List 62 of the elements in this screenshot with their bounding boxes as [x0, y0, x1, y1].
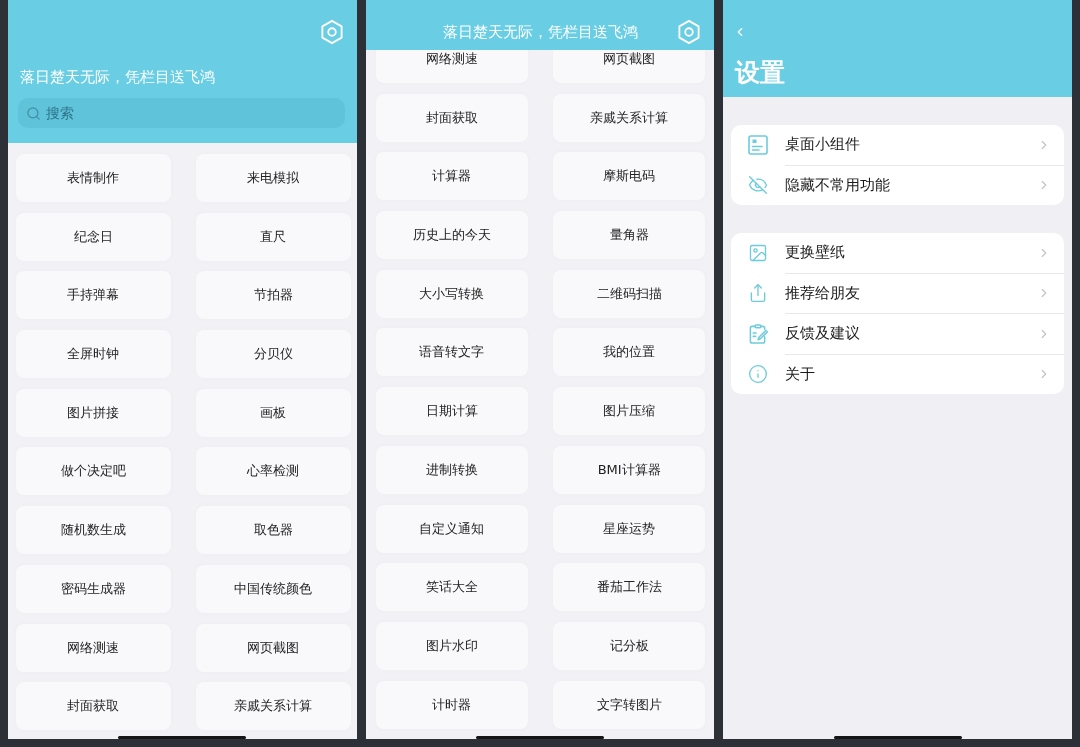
header-quote: 落日楚天无际，凭栏目送飞鸿	[20, 67, 216, 87]
tool-button[interactable]: 二维码扫描	[553, 269, 706, 318]
settings-item[interactable]: 隐藏不常用功能	[731, 165, 1064, 205]
tool-button[interactable]: 心率检测	[195, 447, 351, 496]
tool-button[interactable]: 历史上的今天	[375, 211, 528, 260]
tool-button[interactable]: 图片水印	[375, 621, 528, 670]
tool-button[interactable]: 图片拼接	[16, 388, 171, 437]
tool-button[interactable]: 全屏时钟	[16, 330, 171, 379]
tool-button[interactable]: 进制转换	[375, 445, 528, 494]
info-icon	[748, 364, 769, 385]
panel-icon	[748, 134, 769, 155]
search-field[interactable]: 搜索	[18, 98, 345, 128]
image-icon	[748, 242, 769, 263]
tool-button[interactable]: 日期计算	[375, 387, 528, 436]
tool-button[interactable]: 手持弹幕	[16, 271, 171, 320]
tool-button[interactable]: 分贝仪	[195, 330, 351, 379]
settings-icon[interactable]	[677, 20, 702, 44]
header-quote: 落日楚天无际，凭栏目送飞鸿	[442, 23, 638, 42]
tool-button[interactable]: 大小写转换	[375, 269, 528, 318]
page-title: 设置	[735, 58, 787, 88]
settings-item[interactable]: 桌面小组件	[731, 125, 1064, 165]
tool-button[interactable]: 中国传统颜色	[195, 564, 351, 613]
tool-button[interactable]: 取色器	[195, 506, 351, 555]
tool-button[interactable]: 网络测速	[16, 623, 171, 672]
settings-item[interactable]: 关于	[731, 354, 1064, 394]
tool-button[interactable]: 图片压缩	[553, 387, 706, 436]
tool-button[interactable]: 自定义通知	[375, 504, 528, 553]
settings-item[interactable]: 反馈及建议	[731, 314, 1064, 354]
tool-button[interactable]: 直尺	[195, 212, 351, 261]
tool-button[interactable]: 随机数生成	[16, 506, 171, 555]
settings-item[interactable]: 更换壁纸	[731, 233, 1064, 273]
tool-button[interactable]: 封面获取	[375, 93, 528, 142]
tool-button[interactable]: 画板	[195, 388, 351, 437]
tool-button[interactable]: 亲戚关系计算	[195, 682, 351, 731]
tool-button[interactable]: 节拍器	[195, 271, 351, 320]
tool-button[interactable]: 语音转文字	[375, 328, 528, 377]
settings-item[interactable]: 推荐给朋友	[731, 273, 1064, 313]
tool-button[interactable]: 星座运势	[553, 504, 706, 553]
tool-button[interactable]: BMI计算器	[553, 445, 706, 494]
tool-button[interactable]: 做个决定吧	[16, 447, 171, 496]
tool-button[interactable]: 计时器	[375, 680, 528, 729]
clipboard-pen-icon	[748, 323, 769, 344]
eye-off-icon	[748, 175, 769, 196]
tool-button[interactable]: 表情制作	[16, 154, 171, 202]
tool-button[interactable]: 网络测速	[375, 50, 528, 83]
tool-button[interactable]: 笑话大全	[375, 563, 528, 612]
tool-button[interactable]: 量角器	[553, 211, 706, 260]
tool-button[interactable]: 网页截图	[553, 50, 706, 83]
settings-icon[interactable]	[319, 20, 344, 44]
search-icon	[26, 105, 41, 121]
tool-button[interactable]: 摩斯电码	[553, 152, 706, 201]
tool-button[interactable]: 文字转图片	[553, 680, 706, 729]
tool-button[interactable]: 我的位置	[553, 328, 706, 377]
tool-button[interactable]: 网页截图	[195, 623, 351, 672]
tool-button[interactable]: 来电模拟	[195, 154, 351, 202]
tool-button[interactable]: 番茄工作法	[553, 563, 706, 612]
tool-button[interactable]: 记分板	[553, 621, 706, 670]
tool-button[interactable]: 计算器	[375, 152, 528, 201]
tool-button[interactable]: 密码生成器	[16, 564, 171, 613]
tool-button[interactable]: 纪念日	[16, 212, 171, 261]
tool-button[interactable]: 封面获取	[16, 682, 171, 731]
tool-button[interactable]: 亲戚关系计算	[553, 93, 706, 142]
